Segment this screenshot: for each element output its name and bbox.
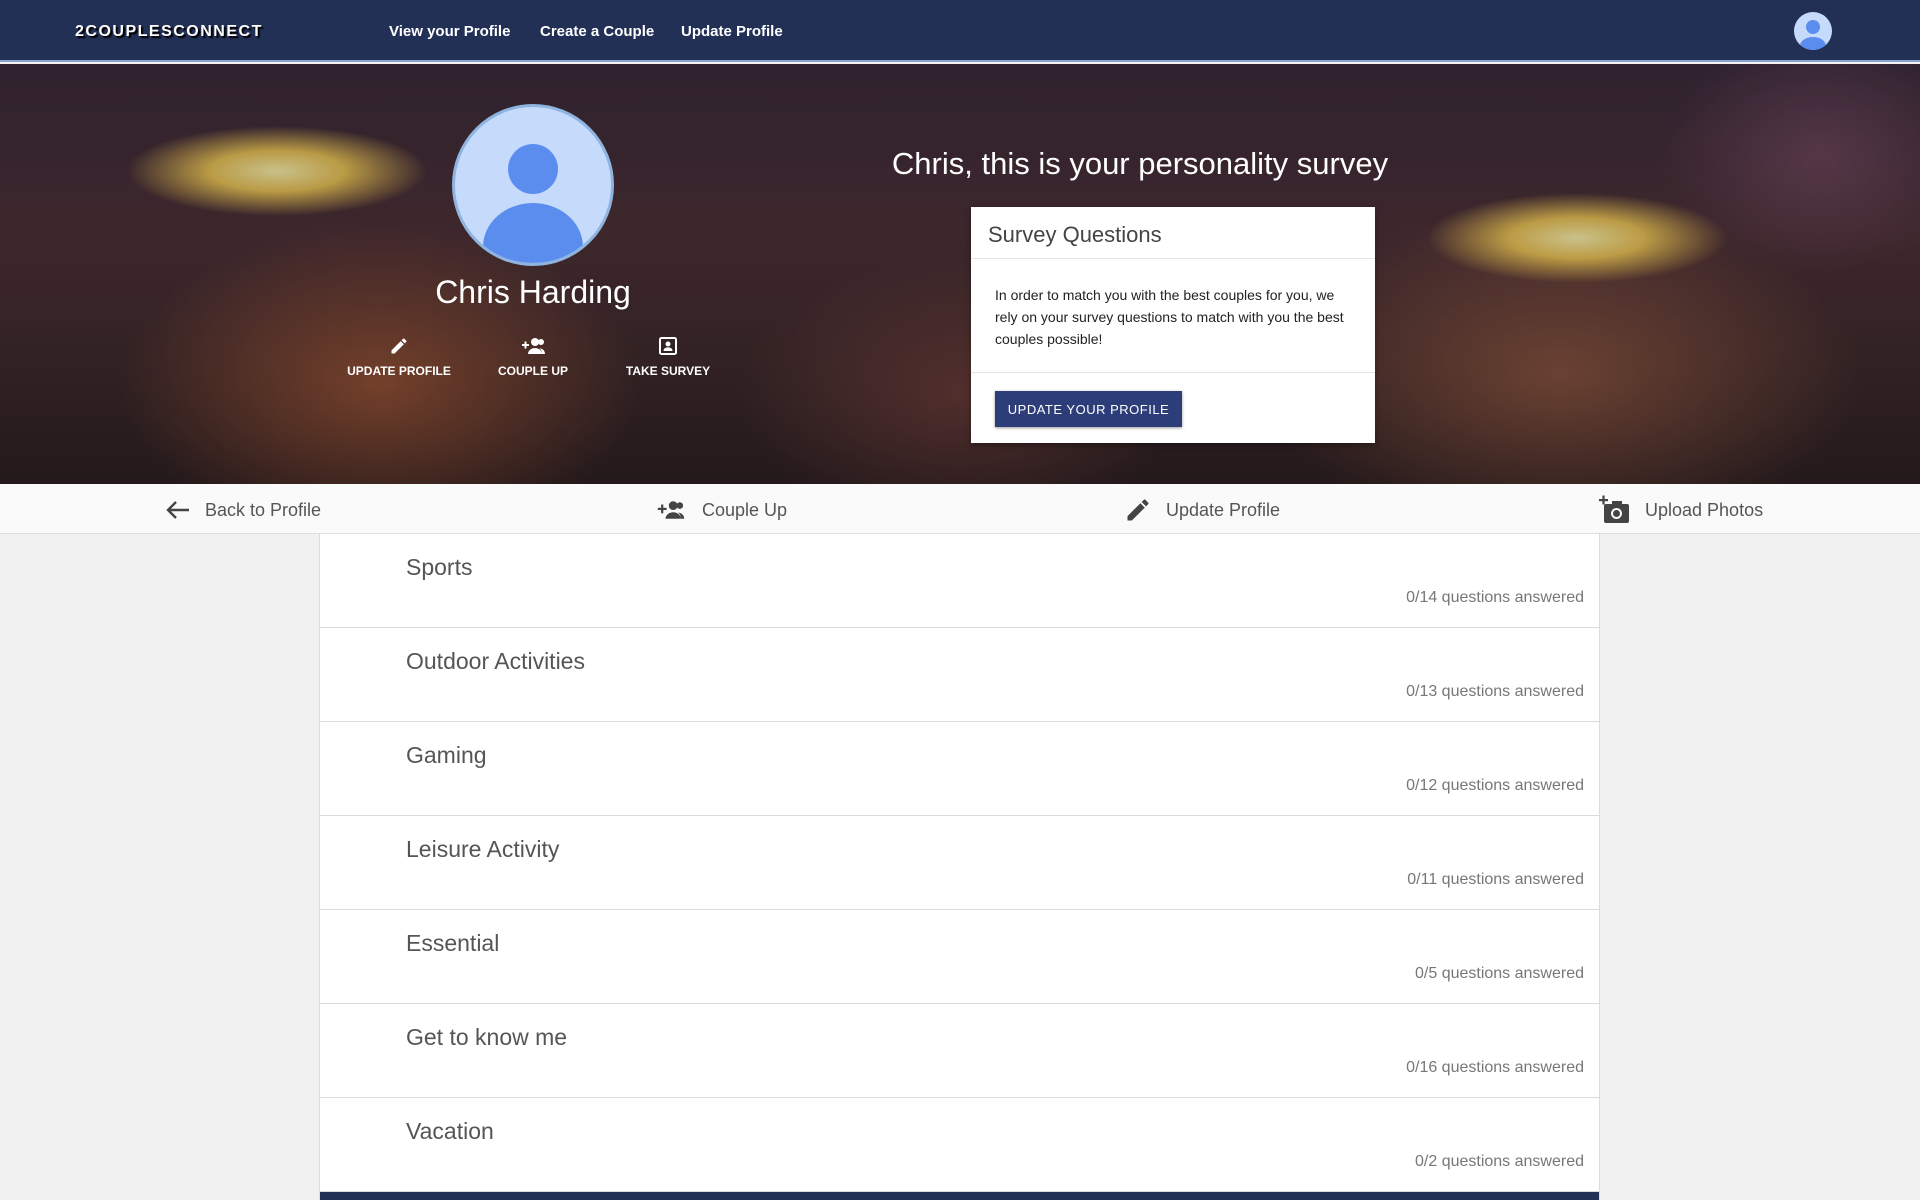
upload-photos-label: Upload Photos bbox=[1645, 499, 1764, 520]
contact-card-icon bbox=[659, 337, 677, 355]
category-row-get-to-know-me[interactable]: Get to know me 0/16 questions answered bbox=[320, 1004, 1599, 1098]
category-row-gaming[interactable]: Gaming 0/12 questions answered bbox=[320, 722, 1599, 816]
category-name: Get to know me bbox=[406, 1024, 568, 1050]
group-add-icon bbox=[657, 501, 685, 519]
group-add-icon bbox=[522, 338, 545, 354]
pencil-icon bbox=[391, 338, 407, 354]
couple-up-link[interactable]: Couple Up bbox=[654, 496, 787, 524]
couple-up-action[interactable]: COUPLE UP bbox=[468, 336, 598, 380]
couple-up-action-label: COUPLE UP bbox=[497, 364, 568, 378]
survey-category-list: Sports 0/14 questions answered Outdoor A… bbox=[319, 534, 1600, 1200]
category-name: Leisure Activity bbox=[406, 836, 560, 862]
category-progress: 0/14 questions answered bbox=[1406, 589, 1584, 606]
survey-subnav: Back to Profile Couple Up Update Profile… bbox=[0, 484, 1920, 534]
update-profile-action-label: UPDATE PROFILE bbox=[347, 364, 451, 378]
account-avatar-icon[interactable] bbox=[1794, 12, 1832, 50]
category-row-outdoor-activities[interactable]: Outdoor Activities 0/13 questions answer… bbox=[320, 628, 1599, 722]
update-profile-label: Update Profile bbox=[1166, 499, 1281, 520]
category-progress: 0/13 questions answered bbox=[1406, 683, 1584, 700]
category-name: Vacation bbox=[406, 1118, 494, 1144]
category-name: Essential bbox=[406, 930, 500, 956]
take-survey-action-label: TAKE SURVEY bbox=[625, 364, 711, 378]
take-survey-action[interactable]: TAKE SURVEY bbox=[603, 336, 733, 380]
survey-card-title: Survey Questions bbox=[971, 207, 1375, 259]
category-progress: 0/12 questions answered bbox=[1406, 777, 1584, 794]
update-profile-action[interactable]: UPDATE PROFILE bbox=[334, 336, 464, 380]
arrow-left-icon bbox=[166, 501, 189, 519]
category-row-sports[interactable]: Sports 0/14 questions answered bbox=[320, 534, 1599, 628]
back-to-profile-label: Back to Profile bbox=[205, 499, 322, 520]
couple-up-label: Couple Up bbox=[702, 499, 788, 520]
category-row-leisure-activity[interactable]: Leisure Activity 0/11 questions answered bbox=[320, 816, 1599, 910]
category-progress: 0/5 questions answered bbox=[1415, 965, 1584, 982]
category-name: Gaming bbox=[406, 742, 487, 768]
category-row-essential[interactable]: Essential 0/5 questions answered bbox=[320, 910, 1599, 1004]
category-name: Outdoor Activities bbox=[406, 648, 585, 674]
nav-link-update-profile[interactable]: Update Profile bbox=[681, 23, 783, 40]
brand-logo[interactable]: 2COUPLESCONNECT bbox=[75, 23, 263, 41]
survey-card-body: In order to match you with the best coup… bbox=[971, 259, 1375, 373]
hero-overlay bbox=[0, 64, 1920, 484]
category-name: Sports bbox=[406, 554, 473, 580]
profile-avatar bbox=[452, 104, 614, 266]
category-row-vacation[interactable]: Vacation 0/2 questions answered bbox=[320, 1098, 1599, 1192]
upload-photos-link[interactable]: Upload Photos bbox=[1599, 495, 1764, 524]
category-progress: 0/2 questions answered bbox=[1415, 1153, 1584, 1170]
back-to-profile-link[interactable]: Back to Profile bbox=[165, 496, 321, 524]
nav-link-view-profile[interactable]: View your Profile bbox=[389, 23, 510, 40]
pencil-icon bbox=[1127, 499, 1149, 521]
profile-name: Chris Harding bbox=[435, 274, 631, 310]
update-profile-link[interactable]: Update Profile bbox=[1124, 496, 1280, 524]
category-progress: 0/11 questions answered bbox=[1407, 871, 1584, 888]
update-your-profile-button[interactable]: UPDATE YOUR PROFILE bbox=[995, 391, 1182, 427]
add-camera-icon bbox=[1599, 495, 1629, 523]
nav-link-create-couple[interactable]: Create a Couple bbox=[540, 23, 654, 40]
survey-card: Survey Questions In order to match you w… bbox=[971, 207, 1375, 443]
survey-heading: Chris, this is your personality survey bbox=[891, 146, 1389, 181]
top-navbar: 2COUPLESCONNECT View your Profile Create… bbox=[0, 0, 1920, 62]
hero-banner: Chris Harding UPDATE PROFILE COUPLE UP T… bbox=[0, 64, 1920, 484]
list-footer-bar bbox=[320, 1192, 1599, 1200]
category-progress: 0/16 questions answered bbox=[1406, 1059, 1584, 1076]
